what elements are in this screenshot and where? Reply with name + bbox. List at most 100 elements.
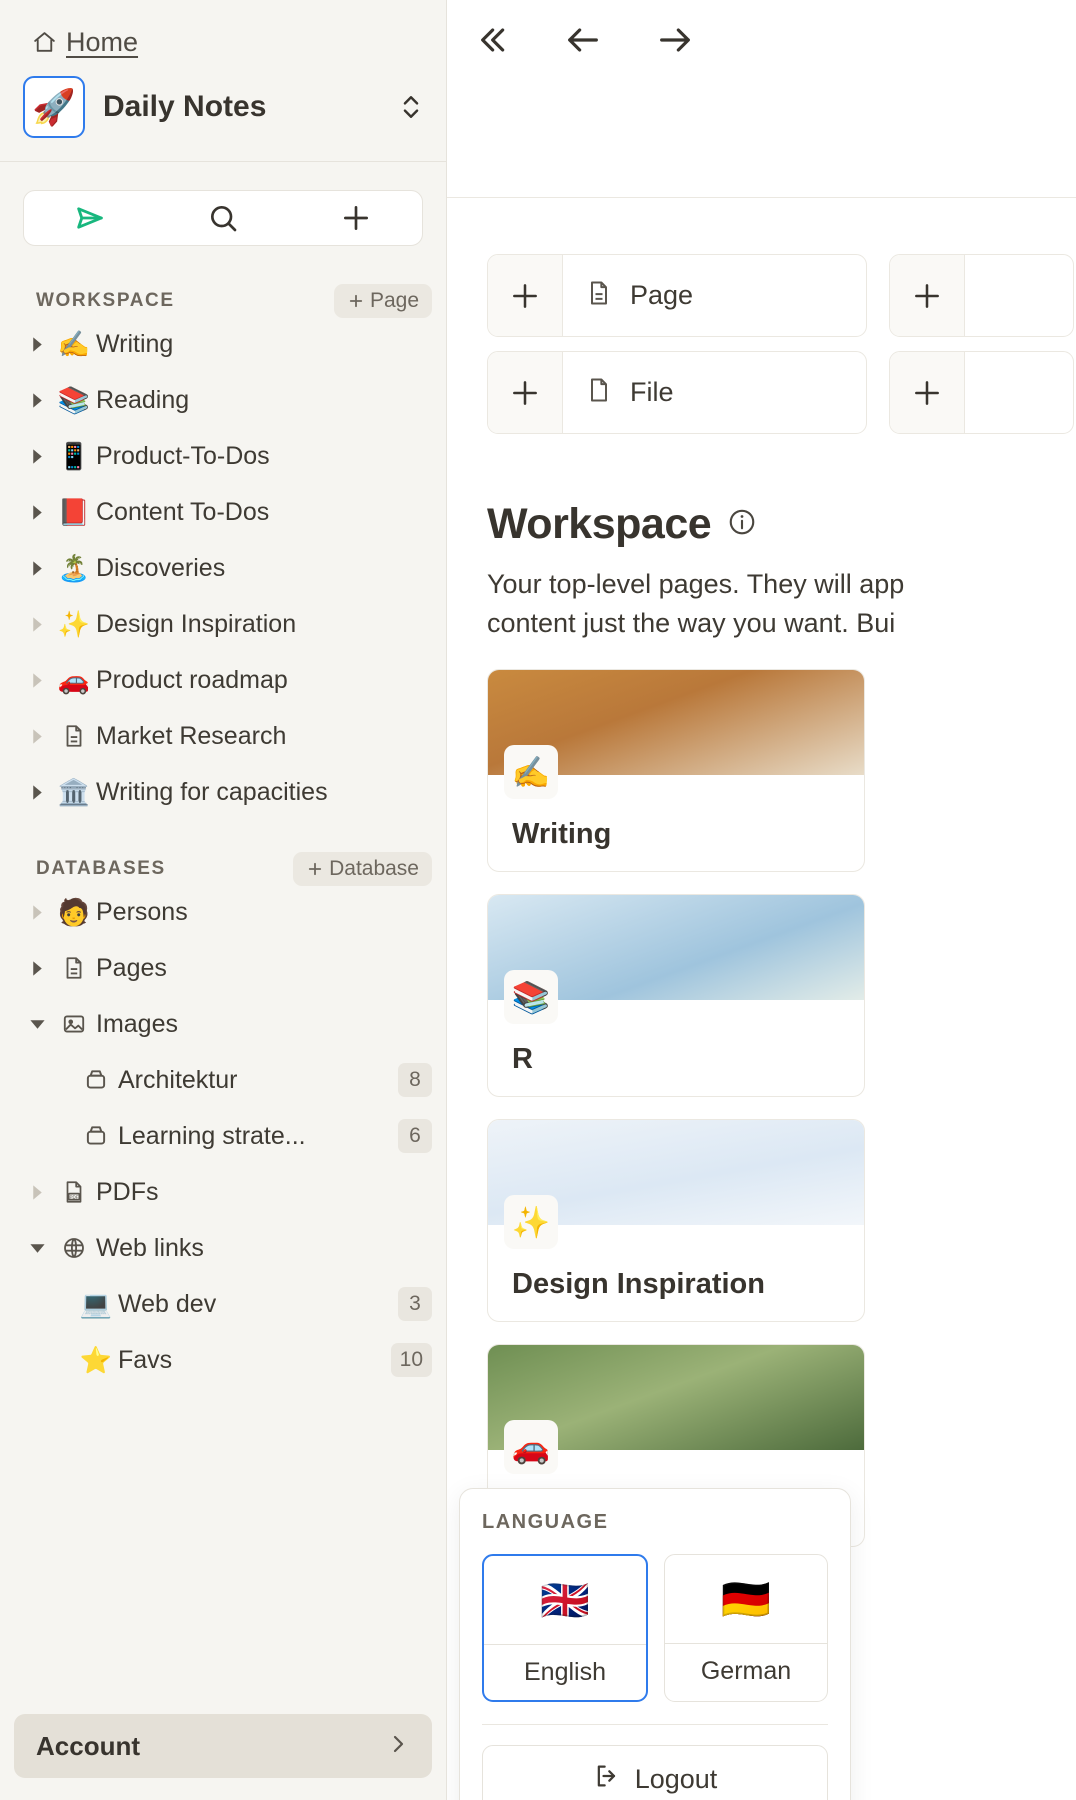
page-card-writing[interactable]: ✍️ Writing <box>487 669 865 873</box>
workspace-description-line-2: content just the way you want. Bui <box>487 608 896 639</box>
sidebar-item-persons[interactable]: 🧑 Persons <box>0 884 446 940</box>
plus-icon[interactable] <box>289 202 422 234</box>
chevron-right-icon[interactable] <box>22 784 52 801</box>
logout-icon <box>593 1762 621 1797</box>
databases-section-title: DATABASES <box>36 858 166 879</box>
page-card-thumbnail: 📚 <box>488 895 864 1025</box>
add-page-button[interactable]: Page <box>333 284 432 318</box>
create-page-button[interactable]: Page <box>487 254 867 337</box>
language-option-german[interactable]: 🇩🇪 German <box>664 1554 828 1702</box>
main-panel: Page File Workspace Your top-level pages… <box>447 0 1076 1800</box>
svg-text:PDF: PDF <box>69 1194 78 1199</box>
item-emoji: 📚 <box>57 385 91 415</box>
item-count-badge: 10 <box>390 1343 432 1377</box>
page-card-design-inspiration[interactable]: ✨ Design Inspiration <box>487 1119 865 1323</box>
sidebar-item-images[interactable]: Images <box>0 996 446 1052</box>
sidebar-item-label: Product-To-Dos <box>96 441 270 470</box>
workspace-emoji: 🚀 <box>23 76 85 138</box>
chevron-right-icon[interactable] <box>22 960 52 977</box>
sidebar-item-label: Persons <box>96 897 188 926</box>
plus-icon[interactable] <box>488 255 563 336</box>
chevron-right-icon[interactable] <box>22 1184 52 1201</box>
archive-icon <box>74 1123 118 1149</box>
sidebar-item-label: Web links <box>96 1233 204 1262</box>
plus-icon[interactable] <box>488 352 563 433</box>
sidebar-item-web-links[interactable]: Web links <box>0 1220 446 1276</box>
arrow-right-icon[interactable] <box>653 18 697 62</box>
sidebar-item-label: Discoveries <box>96 553 226 582</box>
sidebar: Home 🚀 Daily Notes WORKSPACE Page ✍️ Wri… <box>0 0 447 1800</box>
sidebar-item-product-roadmap[interactable]: 🚗 Product roadmap <box>0 652 446 708</box>
image-icon <box>52 1011 96 1037</box>
send-icon[interactable] <box>24 201 157 235</box>
language-option-english[interactable]: 🇬🇧 English <box>482 1554 648 1702</box>
sidebar-item-writing-for-capacities[interactable]: 🏛️ Writing for capacities <box>0 764 446 820</box>
chevron-down-icon[interactable] <box>22 1240 52 1257</box>
item-count-badge: 6 <box>398 1119 432 1153</box>
workspace-switcher[interactable]: 🚀 Daily Notes <box>0 58 446 138</box>
info-icon[interactable] <box>727 507 757 542</box>
home-breadcrumb[interactable]: Home <box>0 0 446 58</box>
chevron-right-icon[interactable] <box>22 672 52 689</box>
sidebar-item-label: Pages <box>96 953 167 982</box>
chevron-right-icon[interactable] <box>22 448 52 465</box>
plus-icon[interactable] <box>890 352 965 433</box>
sidebar-item-design-inspiration[interactable]: ✨ Design Inspiration <box>0 596 446 652</box>
account-button[interactable]: Account <box>14 1714 432 1778</box>
sidebar-item-reading[interactable]: 📚 Reading <box>0 372 446 428</box>
item-emoji: 🏛️ <box>57 777 91 807</box>
arrow-left-icon[interactable] <box>561 18 605 62</box>
language-option-label: English <box>484 1644 646 1700</box>
sidebar-subitem-learning-strategies[interactable]: Learning strate... 6 <box>0 1108 446 1164</box>
add-database-label: Database <box>329 857 419 880</box>
page-card-thumbnail: 🚗 <box>488 1345 864 1475</box>
sidebar-item-content-to-dos[interactable]: 📕 Content To-Dos <box>0 484 446 540</box>
chevron-right-icon[interactable] <box>386 1732 410 1761</box>
language-option-label: German <box>665 1643 827 1699</box>
create-file-button[interactable]: File <box>487 351 867 434</box>
item-count-badge: 3 <box>398 1287 432 1321</box>
workspace-heading: Workspace <box>447 448 1076 549</box>
archive-icon <box>74 1067 118 1093</box>
logout-button[interactable]: Logout <box>482 1745 828 1800</box>
chevron-right-icon[interactable] <box>22 504 52 521</box>
sidebar-item-writing[interactable]: ✍️ Writing <box>0 316 446 372</box>
chevron-right-icon[interactable] <box>22 616 52 633</box>
page-card-reading[interactable]: 📚 R <box>487 894 865 1098</box>
create-file-label: File <box>630 377 674 407</box>
chevron-down-icon[interactable] <box>22 1016 52 1033</box>
chevron-right-icon[interactable] <box>22 728 52 745</box>
sidebar-item-product-to-dos[interactable]: 📱 Product-To-Dos <box>0 428 446 484</box>
uk-flag-icon: 🇬🇧 <box>540 1578 590 1623</box>
workspace-section-title: WORKSPACE <box>36 290 175 311</box>
page-card-title: R <box>512 1043 533 1076</box>
create-extra-button-2[interactable] <box>889 351 1074 434</box>
home-label[interactable]: Home <box>66 27 138 58</box>
sidebar-subitem-favs[interactable]: ⭐ Favs 10 <box>0 1332 446 1388</box>
sidebar-subitem-web-dev[interactable]: 💻 Web dev 3 <box>0 1276 446 1332</box>
chevrons-left-icon[interactable] <box>469 18 513 62</box>
chevron-right-icon[interactable] <box>22 336 52 353</box>
item-emoji: 🏝️ <box>57 553 91 583</box>
chevron-up-down-icon[interactable] <box>398 90 424 124</box>
sidebar-subitem-architektur[interactable]: Architektur 8 <box>0 1052 446 1108</box>
document-icon <box>52 723 96 749</box>
add-database-button[interactable]: Database <box>293 852 432 886</box>
sidebar-item-market-research[interactable]: Market Research <box>0 708 446 764</box>
chevron-right-icon[interactable] <box>22 904 52 921</box>
home-icon <box>32 30 57 55</box>
chevron-right-icon[interactable] <box>22 560 52 577</box>
search-icon[interactable] <box>157 202 290 234</box>
plus-icon[interactable] <box>890 255 965 336</box>
sidebar-item-discoveries[interactable]: 🏝️ Discoveries <box>0 540 446 596</box>
page-icon <box>585 279 613 312</box>
sidebar-item-pages[interactable]: Pages <box>0 940 446 996</box>
sidebar-item-label: Product roadmap <box>96 665 288 694</box>
page-card-emoji: 📚 <box>504 970 558 1025</box>
chevron-right-icon[interactable] <box>22 392 52 409</box>
sidebar-item-pdfs[interactable]: PDF PDFs <box>0 1164 446 1220</box>
item-emoji: 📱 <box>57 441 91 471</box>
page-card-emoji: ✍️ <box>504 745 558 800</box>
workspace-page-grid: ✍️ Writing 📚 R ✨ Design Inspiration 🚗 <box>447 643 1076 1548</box>
create-extra-button-1[interactable] <box>889 254 1074 337</box>
